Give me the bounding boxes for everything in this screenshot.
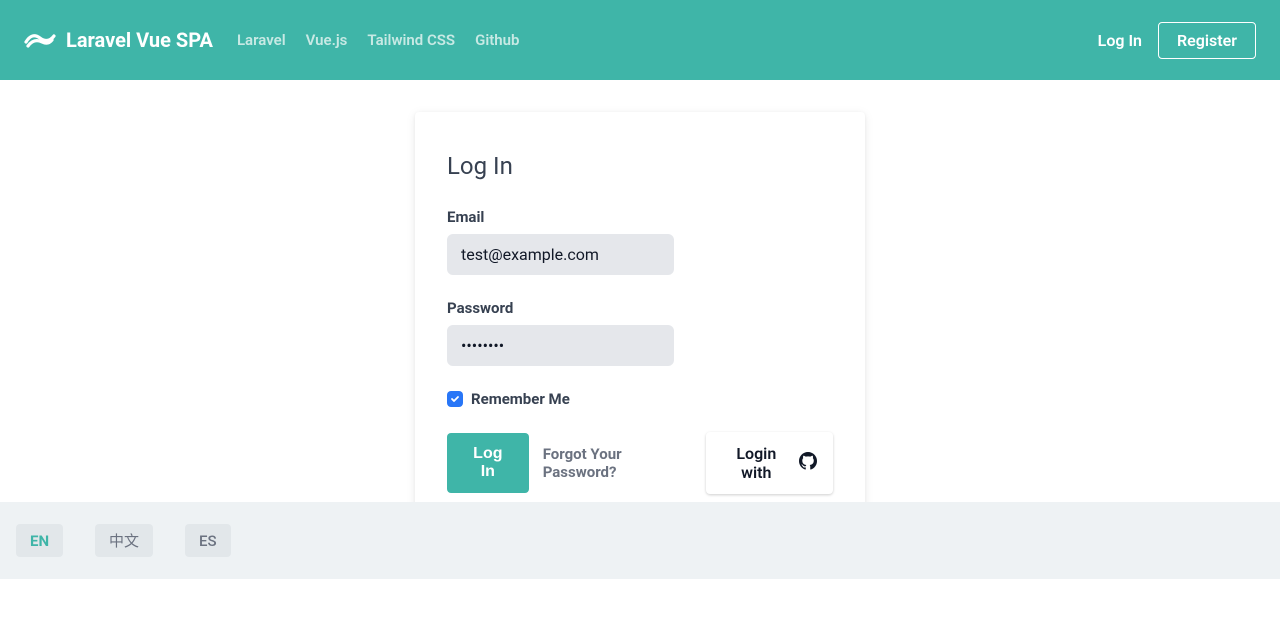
forgot-password-link[interactable]: Forgot Your Password?: [543, 445, 692, 481]
navbar: Laravel Vue SPA Laravel Vue.js Tailwind …: [0, 0, 1280, 80]
footer: EN 中文 ES: [0, 502, 1280, 579]
main-content: Log In Email Password Remember Me Log In…: [0, 80, 1280, 526]
brand-logo-icon: [24, 30, 56, 50]
card-title: Log In: [447, 152, 833, 180]
nav-right: Log In Register: [1098, 22, 1256, 59]
password-input[interactable]: [447, 325, 674, 366]
lang-zh-button[interactable]: 中文: [95, 524, 153, 557]
nav-link-github[interactable]: Github: [475, 31, 519, 49]
github-login-label: Login with: [722, 444, 791, 482]
github-icon: [799, 452, 817, 474]
password-label: Password: [447, 299, 833, 317]
login-with-github-button[interactable]: Login with: [706, 432, 833, 494]
remember-row: Remember Me: [447, 390, 833, 408]
nav-link-tailwind[interactable]: Tailwind CSS: [367, 31, 455, 49]
login-card: Log In Email Password Remember Me Log In…: [415, 112, 865, 526]
email-label: Email: [447, 208, 833, 226]
nav-login-button[interactable]: Log In: [1098, 31, 1142, 50]
nav-register-button[interactable]: Register: [1158, 22, 1256, 59]
remember-checkbox[interactable]: [447, 391, 463, 407]
email-input[interactable]: [447, 234, 674, 275]
brand[interactable]: Laravel Vue SPA: [24, 28, 213, 52]
nav-link-laravel[interactable]: Laravel: [237, 31, 286, 49]
login-submit-button[interactable]: Log In: [447, 433, 529, 493]
brand-text: Laravel Vue SPA: [66, 28, 213, 52]
actions-row: Log In Forgot Your Password? Login with: [447, 432, 833, 494]
lang-es-button[interactable]: ES: [185, 524, 231, 557]
lang-en-button[interactable]: EN: [16, 524, 63, 557]
remember-label: Remember Me: [471, 390, 570, 408]
nav-left: Laravel Vue SPA Laravel Vue.js Tailwind …: [24, 28, 519, 52]
nav-links: Laravel Vue.js Tailwind CSS Github: [237, 31, 519, 49]
nav-link-vuejs[interactable]: Vue.js: [306, 31, 348, 49]
